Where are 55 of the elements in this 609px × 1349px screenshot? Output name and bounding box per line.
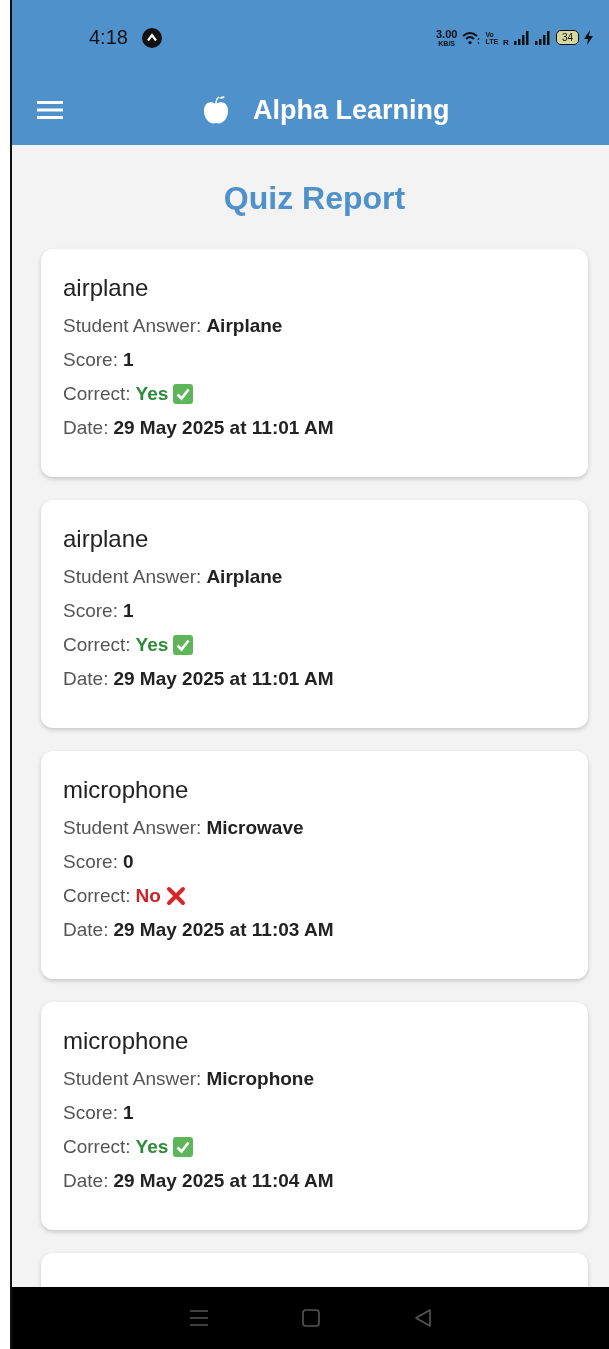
student-answer: Microwave [206,816,304,840]
quiz-word: airplane [63,273,150,303]
signal-icon [534,30,551,45]
correct-value: Yes [135,633,169,657]
score-value: 1 [122,599,134,623]
status-time: 4:18 [89,26,128,49]
date-value: 29 May 2025 at 11:04 AM [113,1169,334,1193]
date-label: Date: [63,416,109,440]
date-value: 29 May 2025 at 11:03 AM [113,918,334,942]
date-label: Date: [63,1169,109,1193]
signal-icon [513,30,530,45]
correct-label: Correct: [63,633,131,657]
app-title: Alpha Learning [253,94,450,126]
check-icon [173,635,194,655]
date-value: 29 May 2025 at 11:01 AM [113,416,334,440]
score-label: Score: [63,599,118,623]
student-answer: Airplane [206,565,283,589]
page-title: Quiz Report [222,180,407,216]
correct-value: Yes [135,1135,169,1159]
answer-label: Student Answer: [63,816,202,840]
correct-value: No [135,884,161,908]
score-label: Score: [63,850,118,874]
student-answer: Microphone [206,1067,315,1091]
answer-label: Student Answer: [63,565,202,589]
score-value: 1 [122,1101,134,1125]
correct-value: Yes [135,382,169,406]
home-icon[interactable] [302,1309,321,1327]
apple-icon [201,94,231,126]
score-label: Score: [63,1101,118,1125]
quiz-word: microphone [63,775,190,805]
check-icon [173,384,194,404]
cross-icon [165,886,186,906]
correct-label: Correct: [63,1135,131,1159]
roaming-indicator: R [503,37,509,47]
quiz-word: microphone [63,1026,190,1056]
quiz-word: airplane [63,524,150,554]
date-label: Date: [63,667,109,691]
correct-label: Correct: [63,382,131,406]
correct-label: Correct: [63,884,131,908]
recents-icon[interactable] [188,1309,209,1327]
charging-icon [584,30,593,45]
check-icon [173,1137,194,1157]
date-value: 29 May 2025 at 11:01 AM [113,667,334,691]
score-value: 1 [122,348,134,372]
student-answer: Airplane [206,314,283,338]
answer-label: Student Answer: [63,314,202,338]
score-label: Score: [63,348,118,372]
wifi-icon [462,30,481,45]
back-icon[interactable] [414,1308,433,1328]
score-value: 0 [122,850,134,874]
date-label: Date: [63,918,109,942]
battery-indicator: 34 [555,30,579,45]
answer-label: Student Answer: [63,1067,202,1091]
notification-icon [141,27,162,48]
menu-icon[interactable] [37,100,63,120]
